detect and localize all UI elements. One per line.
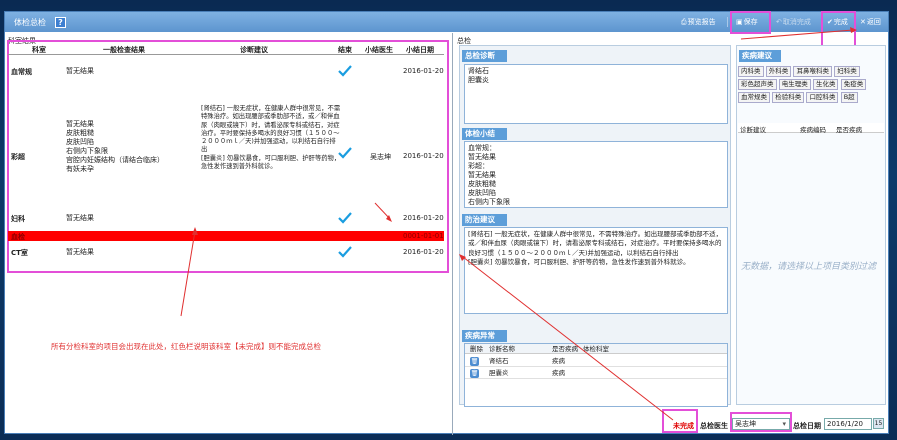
exam-window: 体检总检 ? ⎙预览报告 ▣保存 ↶取消完成 ✔完成 ✕返回 科室结果 科室 一…	[4, 11, 890, 435]
summary-panel: 总检 总检诊断 肾结石 胆囊炎 体检小结 血常规： 暂无结果 彩超： 暂无结果 …	[454, 27, 890, 435]
annotation-arrow	[459, 27, 857, 421]
